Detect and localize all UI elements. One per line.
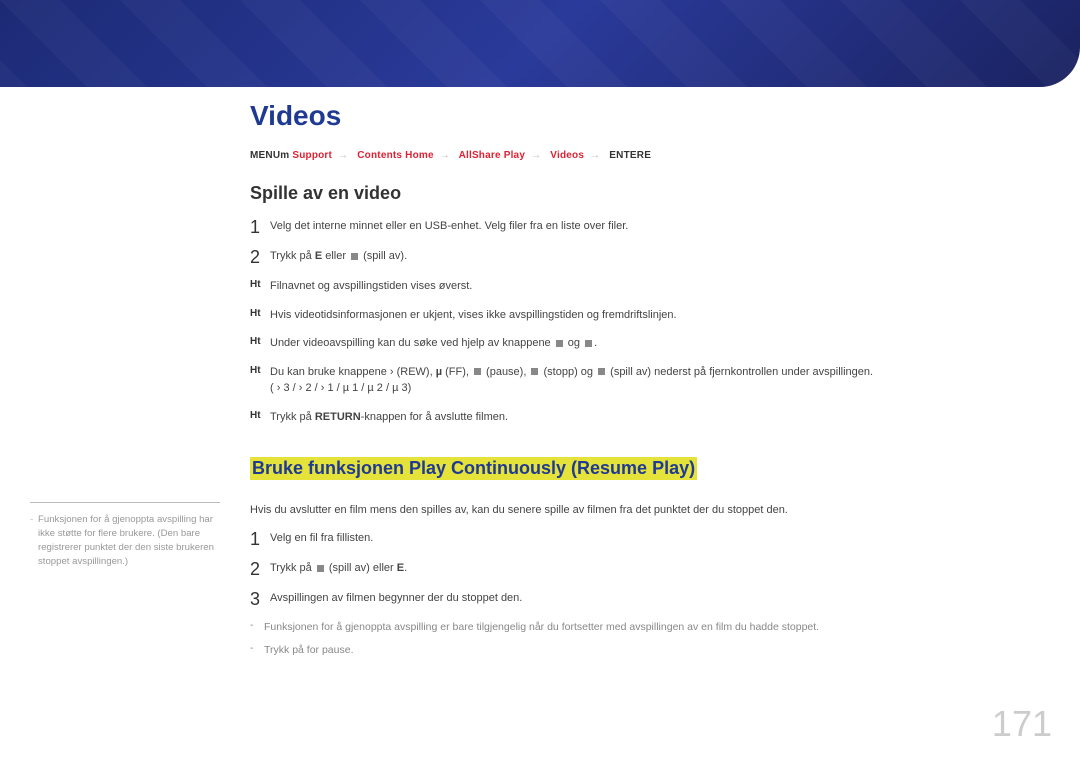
sidebar-note: Funksjonen for å gjenoppta avspilling ha… bbox=[30, 502, 230, 569]
pause-icon bbox=[474, 368, 481, 375]
t: Trykk på bbox=[270, 411, 315, 423]
hint-text: Du kan bruke knappene › (REW), µ (FF), (… bbox=[270, 364, 1040, 397]
t: Under videoavspilling kan du søke ved hj… bbox=[270, 337, 554, 349]
bc-support: Support bbox=[292, 150, 332, 161]
t: (spill av) eller bbox=[326, 562, 397, 574]
bullet-row: -Trykk på for pause. bbox=[250, 643, 1040, 658]
step-number: 3 bbox=[250, 590, 270, 608]
bullet-dash: - bbox=[250, 620, 264, 635]
bullet-row: -Funksjonen for å gjenoppta avspilling e… bbox=[250, 620, 1040, 635]
header-band bbox=[0, 0, 1080, 87]
breadcrumb: MENUm Support → Contents Home → AllShare P… bbox=[250, 150, 1040, 161]
t: Trykk på bbox=[270, 562, 315, 574]
hint-marker: Ht bbox=[250, 307, 270, 324]
step-number: 2 bbox=[250, 248, 270, 266]
t: eller bbox=[322, 250, 349, 262]
stop-icon bbox=[531, 368, 538, 375]
section2-intro: Hvis du avslutter en film mens den spill… bbox=[250, 504, 1040, 516]
bullet-dash: - bbox=[250, 643, 264, 658]
step-text: Trykk på E eller (spill av). bbox=[270, 248, 1040, 266]
left-icon bbox=[556, 340, 563, 347]
bc-enter-suffix: E bbox=[644, 150, 651, 161]
bc-sep: → bbox=[440, 150, 450, 161]
hint-marker: Ht bbox=[250, 364, 270, 397]
bc-menu-suffix: m bbox=[280, 150, 289, 161]
step-row: 2 Trykk på E eller (spill av). bbox=[250, 248, 1040, 266]
bc-sep: → bbox=[338, 150, 348, 161]
bc-menu: MENU bbox=[250, 150, 280, 161]
t-bold: RETURN bbox=[315, 411, 361, 423]
t-bold: E bbox=[397, 562, 404, 574]
t: Du kan bruke knappene bbox=[270, 366, 390, 378]
hint-text: Filnavnet og avspillingstiden vises øver… bbox=[270, 278, 1040, 295]
play-icon bbox=[317, 565, 324, 572]
t: -knappen for å avslutte filmen. bbox=[361, 411, 508, 423]
t: og bbox=[565, 337, 583, 349]
step-number: 2 bbox=[250, 560, 270, 578]
step-text: Velg en fil fra fillisten. bbox=[270, 530, 1040, 548]
bc-sep: → bbox=[531, 150, 541, 161]
step-text: Trykk på (spill av) eller E. bbox=[270, 560, 1040, 578]
bc-allshare: AllShare Play bbox=[459, 150, 526, 161]
step-row: 3Avspillingen av filmen begynner der du … bbox=[250, 590, 1040, 608]
hint-row: Ht Du kan bruke knappene › (REW), µ (FF)… bbox=[250, 364, 1040, 397]
hint-text: Hvis videotidsinformasjonen er ukjent, v… bbox=[270, 307, 1040, 324]
hint-marker: Ht bbox=[250, 409, 270, 426]
page-title: Videos bbox=[250, 100, 1040, 132]
section2: Bruke funksjonen Play Continuously (Resu… bbox=[250, 449, 1040, 658]
t: (spill av) nederst på fjernkontrollen un… bbox=[607, 366, 873, 378]
right-icon bbox=[585, 340, 592, 347]
hint-row: HtHvis videotidsinformasjonen er ukjent,… bbox=[250, 307, 1040, 324]
bc-videos: Videos bbox=[550, 150, 584, 161]
t-line2: ( › 3 / › 2 / › 1 / µ 1 / µ 2 / µ 3) bbox=[270, 382, 411, 394]
step-row: 2 Trykk på (spill av) eller E. bbox=[250, 560, 1040, 578]
step-text: Avspillingen av filmen begynner der du s… bbox=[270, 590, 1040, 608]
t: . bbox=[404, 562, 407, 574]
step-row: 1Velg en fil fra fillisten. bbox=[250, 530, 1040, 548]
section2-heading: Bruke funksjonen Play Continuously (Resu… bbox=[250, 457, 697, 480]
bc-sep: → bbox=[590, 150, 600, 161]
sidebar-rule bbox=[30, 502, 220, 503]
page-number: 171 bbox=[992, 703, 1052, 745]
hint-marker: Ht bbox=[250, 278, 270, 295]
step-row: 1 Velg det interne minnet eller en USB-e… bbox=[250, 218, 1040, 236]
hint-marker: Ht bbox=[250, 335, 270, 352]
t: (stopp) og bbox=[540, 366, 596, 378]
t: › (REW), bbox=[390, 366, 436, 378]
hint-row: Ht Trykk på RETURN-knappen for å avslutt… bbox=[250, 409, 1040, 426]
hint-text: Under videoavspilling kan du søke ved hj… bbox=[270, 335, 1040, 352]
bc-enter: ENTER bbox=[609, 150, 644, 161]
play-icon bbox=[351, 253, 358, 260]
bullet-text: Funksjonen for å gjenoppta avspilling er… bbox=[264, 620, 1040, 635]
page: Videos MENUm Support → Contents Home → All… bbox=[0, 0, 1080, 763]
step-text: Velg det interne minnet eller en USB-enh… bbox=[270, 218, 1040, 236]
bc-contents-home: Contents Home bbox=[357, 150, 434, 161]
section1-heading: Spille av en video bbox=[250, 183, 1040, 204]
hint-row: HtFilnavnet og avspillingstiden vises øv… bbox=[250, 278, 1040, 295]
t: (pause), bbox=[483, 366, 529, 378]
hint-row: Ht Under videoavspilling kan du søke ved… bbox=[250, 335, 1040, 352]
sidebar-text: Funksjonen for å gjenoppta avspilling ha… bbox=[30, 513, 230, 569]
t: (FF), bbox=[442, 366, 472, 378]
t: . bbox=[594, 337, 597, 349]
step-number: 1 bbox=[250, 530, 270, 548]
play-icon bbox=[598, 368, 605, 375]
t: Trykk på bbox=[270, 250, 315, 262]
t: (spill av). bbox=[360, 250, 407, 262]
content-area: Videos MENUm Support → Contents Home → All… bbox=[250, 100, 1040, 666]
step-number: 1 bbox=[250, 218, 270, 236]
bullet-text: Trykk på for pause. bbox=[264, 643, 1040, 658]
hint-text: Trykk på RETURN-knappen for å avslutte f… bbox=[270, 409, 1040, 426]
